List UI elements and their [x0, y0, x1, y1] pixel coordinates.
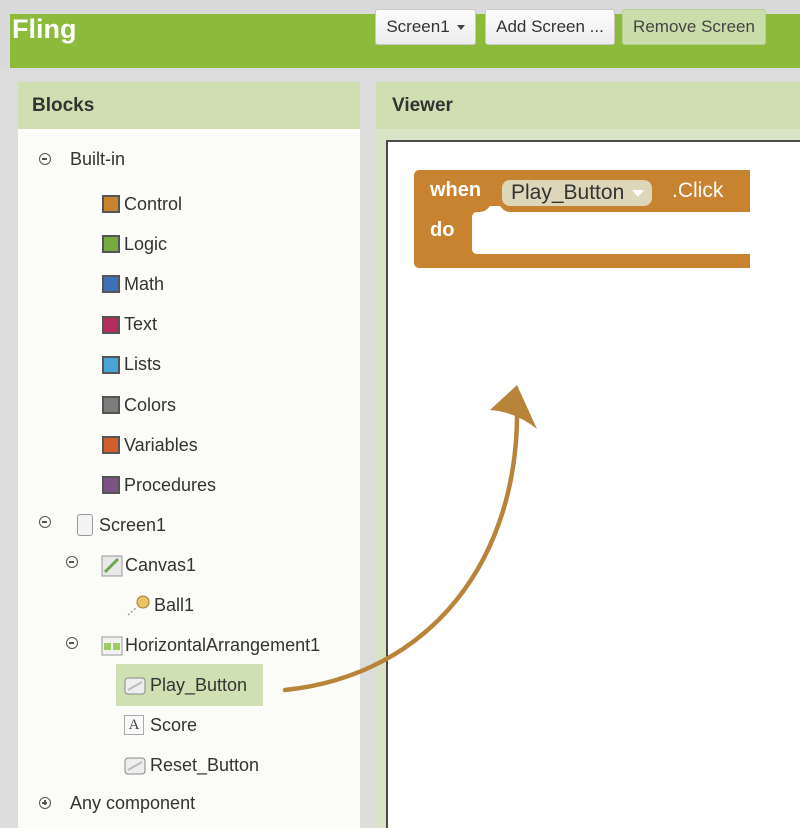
block-do-label: do — [430, 219, 455, 241]
block-when-label: when — [430, 179, 482, 201]
builtin-label: Text — [124, 314, 158, 335]
builtin-procedures[interactable]: Procedures — [102, 472, 216, 498]
color-swatch-icon — [102, 355, 120, 374]
builtin-label: Control — [124, 193, 183, 214]
builtin-text[interactable]: Text — [102, 312, 157, 338]
collapse-icon[interactable] — [39, 153, 51, 165]
phone-screen-icon — [77, 514, 93, 536]
add-screen-button[interactable]: Add Screen ... — [485, 9, 615, 45]
color-swatch-icon — [102, 396, 120, 414]
tree-item-play-button[interactable]: Play_Button — [116, 664, 263, 706]
canvas-icon — [101, 555, 123, 577]
builtin-logic[interactable]: Logic — [102, 231, 167, 257]
color-swatch-icon — [102, 436, 120, 455]
tree-item-label: Score — [150, 714, 198, 735]
app-title: Fling — [12, 14, 77, 44]
tree-item-canvas1[interactable]: Canvas1 — [101, 552, 196, 578]
component-dropdown-label: Play_Button — [511, 181, 625, 204]
tree-item-reset-button[interactable]: Reset_Button — [124, 752, 259, 778]
builtin-label: Lists — [124, 354, 162, 375]
builtin-lists[interactable]: Lists — [102, 352, 161, 378]
builtin-label: Procedures — [124, 474, 217, 495]
collapse-icon[interactable] — [66, 637, 78, 649]
screen-select-label: Screen1 — [386, 17, 450, 36]
chevron-down-icon — [456, 24, 465, 30]
viewer-panel-title: Viewer — [376, 82, 800, 129]
builtin-label: Math — [124, 273, 165, 294]
expand-icon[interactable] — [39, 797, 51, 809]
collapse-icon[interactable] — [66, 556, 78, 568]
tree-item-label: Play_Button — [150, 674, 248, 695]
tree-item-ball1[interactable]: Ball1 — [126, 592, 194, 618]
label-icon: A — [124, 715, 144, 735]
color-swatch-icon — [102, 476, 120, 495]
color-swatch-icon — [102, 195, 120, 213]
screen-select-dropdown[interactable]: Screen1 — [375, 9, 476, 45]
ball-icon — [126, 595, 152, 616]
horizontal-arrangement-icon — [101, 635, 123, 656]
tree-item-label: Screen1 — [99, 514, 167, 535]
collapse-icon[interactable] — [39, 516, 51, 528]
blocks-panel-title: Blocks — [18, 82, 360, 129]
tree-item-score[interactable]: A Score — [124, 712, 197, 738]
tree-item-any-component[interactable]: Any component — [70, 790, 195, 816]
builtin-label: Logic — [124, 233, 168, 254]
builtin-math[interactable]: Math — [102, 271, 164, 297]
tree-item-label: Reset_Button — [150, 754, 260, 775]
builtin-control[interactable]: Control — [102, 191, 182, 217]
builtin-variables[interactable]: Variables — [102, 432, 198, 458]
button-icon — [124, 675, 146, 695]
chevron-down-icon — [632, 190, 645, 197]
color-swatch-icon — [102, 235, 120, 254]
block-event-label: .Click — [672, 179, 724, 202]
color-swatch-icon — [102, 275, 120, 294]
builtin-label: Variables — [124, 434, 198, 455]
component-dropdown[interactable]: Play_Button — [502, 180, 653, 206]
color-swatch-icon — [102, 315, 120, 334]
tree-item-screen1[interactable]: Screen1 — [77, 512, 166, 538]
button-icon — [124, 755, 146, 775]
builtin-label: Colors — [124, 394, 177, 415]
remove-screen-button[interactable]: Remove Screen — [622, 9, 766, 45]
event-block-play-button-click[interactable]: when Play_Button .Click do — [414, 170, 750, 268]
tree-item-label: HorizontalArrangement1 — [125, 634, 321, 655]
tree-item-label: Ball1 — [154, 594, 195, 615]
builtin-colors[interactable]: Colors — [102, 392, 176, 418]
tree-item-label: Canvas1 — [125, 554, 197, 575]
tree-item-builtin[interactable]: Built-in — [70, 146, 125, 172]
tree-item-horizontal-arrangement1[interactable]: HorizontalArrangement1 — [101, 632, 320, 658]
